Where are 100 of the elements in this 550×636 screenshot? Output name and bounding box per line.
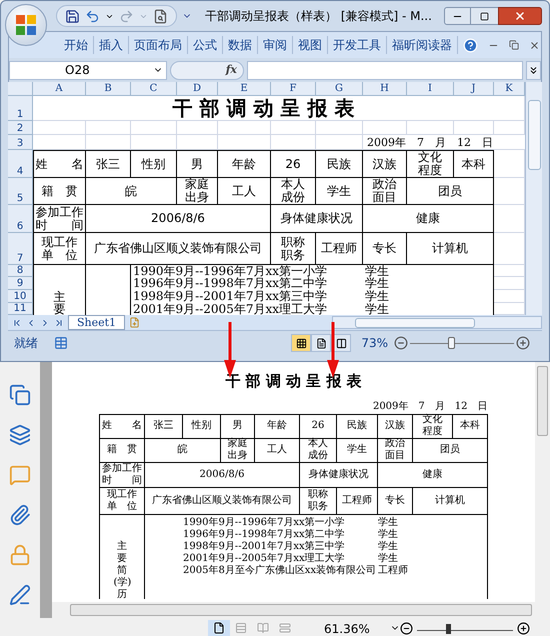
history-role: 学生 [378,516,398,528]
ribbon-tab[interactable]: 公式 [188,36,223,54]
ribbon-tab[interactable]: 页面布局 [129,36,188,54]
history-entry: 1990年9月--1996年7月xx第一小学 [183,516,346,528]
row-header[interactable]: 7 [8,233,33,265]
table-cell: 男 [177,150,218,178]
table-cell: 学生 [316,178,363,205]
table-cell: 要 [33,303,86,315]
zoom-level[interactable]: 61.36% [324,622,370,636]
ribbon-tab[interactable]: 数据 [223,36,258,54]
table-cell: 学生 [363,277,494,290]
table-cell: 计算机 [407,233,494,265]
row-header[interactable]: 4 [8,150,33,178]
column-header[interactable]: C [131,82,177,96]
table-cell: 籍 贯 [100,438,145,462]
column-header[interactable]: E [218,82,271,96]
history-entry: 2001年9月--2005年7月xx理工大学 [183,552,346,564]
history-role: 学生 [378,540,398,552]
table-cell: 汉族 [363,150,407,178]
table-cell: 2006/8/6 [86,205,271,233]
table-cell: 民族 [337,414,378,438]
table-cell: 主 [33,290,86,303]
row-header[interactable]: 11 [8,303,33,315]
table-cell: 职称职务 [300,488,337,514]
table-cell: 性别 [183,414,221,438]
table-cell: 年龄 [255,414,300,438]
ribbon-tab[interactable]: 插入 [94,36,129,54]
table-cell: 年龄 [218,150,271,178]
column-header[interactable]: B [86,82,131,96]
table-cell: 专长 [363,233,407,265]
table-cell: 工人 [255,438,300,462]
table-cell: 皖 [145,438,221,462]
row-header[interactable]: 1 [8,96,33,121]
table-cell: 工人 [218,178,271,205]
document-title: 干 部 调 动 呈 报 表 [225,371,362,392]
row-header[interactable]: 5 [8,178,33,205]
table-cell: 籍 贯 [33,178,86,205]
table-cell: 汉族 [378,414,413,438]
table-cell: 民族 [316,150,363,178]
row-header[interactable]: 2 [8,121,33,135]
row-header[interactable]: 3 [8,135,33,150]
column-header[interactable]: I [407,82,454,96]
table-cell: 主要简(学)历 [100,514,145,598]
table-cell: 参加工作时间 [100,462,145,488]
history-entry: 1998年9月--2001年7月xx第三中学 [183,540,346,552]
table-cell: 参加工作时间 [33,205,86,233]
table-cell: 本人成份 [271,178,316,205]
table-cell: 2006/8/6 [145,462,300,488]
column-header[interactable]: K [494,82,525,96]
table-cell: 26 [271,150,316,178]
ribbon-tab[interactable]: 视图 [293,36,328,54]
row-header[interactable]: 6 [8,205,33,233]
table-cell: 团员 [413,438,488,462]
history-role: 工程师 [378,564,408,576]
date-text: 2009年 7 月 12 日 [363,135,525,150]
history-entry: 2005年8月至今广东佛山区xx装饰有限公司 [183,564,378,576]
ribbon-tab[interactable]: 福昕阅读器 [387,36,458,54]
table-cell: 姓 名 [100,414,145,438]
table-cell: 现工作单位 [33,233,86,265]
row-header[interactable]: 8 [8,265,33,277]
zoom-level[interactable]: 73% [361,334,388,352]
row-header[interactable]: 10 [8,290,33,303]
table-cell: 1996年9月--1998年7月xx第二中学 [131,277,363,290]
sheet-tab[interactable]: Sheet1 [68,315,126,330]
table-cell: 张三 [145,414,183,438]
table-cell: 性别 [131,150,177,178]
table-cell: 专长 [378,488,413,514]
history-role: 学生 [378,552,398,564]
column-header[interactable]: F [271,82,316,96]
column-header[interactable]: J [454,82,494,96]
table-cell: 1998年9月--2001年7月xx第三中学 [131,290,363,303]
name-box[interactable]: O28 [9,60,167,80]
function-button[interactable]: fx [170,60,244,80]
table-cell: 工程师 [316,233,363,265]
table-cell: 家庭出身 [177,178,218,205]
table-cell: 文化程度 [407,150,454,178]
ribbon-tab[interactable]: 开发工具 [328,36,387,54]
table-cell: 团员 [407,178,494,205]
table-cell: 皖 [86,178,177,205]
column-header[interactable]: G [316,82,363,96]
ribbon-tab[interactable]: 开始 [59,36,94,54]
table-cell: 健康 [378,462,488,488]
table-cell: 学生 [337,438,378,462]
table-cell: 学生 [363,265,494,277]
column-header[interactable]: D [177,82,218,96]
table-cell: 本科 [454,150,494,178]
ribbon-tab[interactable]: 审阅 [258,36,293,54]
table-cell: 男 [221,414,255,438]
table-cell: 身体健康状况 [271,205,363,233]
table-cell: 2001年9月--2005年7月xx理工大学 [131,303,363,315]
table-cell: 广东省佛山区顺义装饰有限公司 [86,233,271,265]
table-cell: 姓 名 [33,150,86,178]
table-cell: 现工作单位 [100,488,145,514]
row-header[interactable]: 9 [8,277,33,290]
table-cell: 本科 [453,414,488,438]
column-header[interactable]: A [33,82,86,96]
table-cell: 政治面目 [363,178,407,205]
table-cell: 广东省佛山区顺义装饰有限公司 [145,488,300,514]
table-cell: 健康 [363,205,494,233]
column-header[interactable]: H [363,82,407,96]
